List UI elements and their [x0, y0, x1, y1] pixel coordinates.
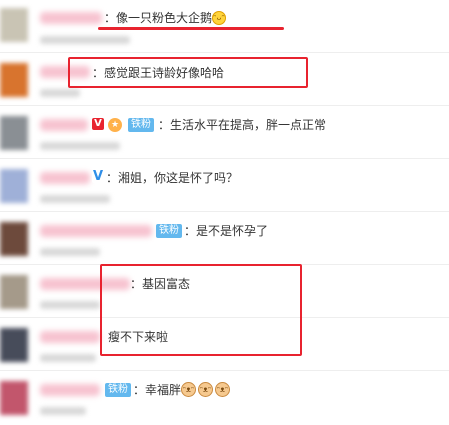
comment-row: V ★ 铁粉 ：生活水平在提高，胖一点正常 — [0, 106, 449, 158]
comment-meta — [40, 407, 86, 415]
comment-meta — [40, 89, 80, 97]
comment-row: V ：湘姐，你这是怀了吗？ — [0, 159, 449, 211]
comment-meta — [40, 142, 120, 150]
laugh-emoji-icon: ᵔᴗᵔ — [212, 11, 226, 25]
avatar[interactable] — [0, 169, 28, 203]
cat-face-emoji-icon: ᵔᴥᵔ — [215, 382, 230, 397]
username[interactable] — [40, 172, 90, 184]
verified-badge: V — [92, 118, 104, 130]
avatar[interactable] — [0, 222, 28, 256]
avatar[interactable] — [0, 381, 28, 415]
avatar[interactable] — [0, 63, 28, 97]
comment-row: 铁粉 ：幸福胖 ᵔᴥᵔ ᵔᴥᵔ ᵔᴥᵔ — [0, 371, 449, 425]
avatar[interactable] — [0, 328, 28, 362]
username[interactable] — [40, 331, 100, 343]
highlight-box — [100, 264, 302, 356]
username[interactable] — [40, 12, 102, 24]
comment-text: ：湘姐，你这是怀了吗？ — [106, 171, 239, 185]
comment-text: ：是不是怀孕了 — [184, 224, 269, 238]
cat-face-emoji-icon: ᵔᴥᵔ — [181, 382, 196, 397]
comment-text: ：生活水平在提高，胖一点正常 — [158, 118, 327, 132]
medal-icon: ★ — [108, 118, 122, 132]
comment-meta — [40, 36, 130, 44]
comment-meta — [40, 301, 100, 309]
avatar[interactable] — [0, 275, 28, 309]
comment-row: ：像一只粉色大企鹅 ᵔᴗᵔ — [0, 0, 449, 52]
highlight-underline — [98, 27, 284, 30]
username[interactable] — [40, 225, 152, 237]
fan-badge: 铁粉 — [105, 383, 131, 397]
avatar[interactable] — [0, 8, 28, 42]
username[interactable] — [40, 384, 100, 396]
fan-badge: 铁粉 — [128, 118, 154, 132]
comment-meta — [40, 195, 110, 203]
highlight-box — [68, 57, 308, 88]
comment-text: ：像一只粉色大企鹅 — [104, 11, 213, 25]
comment-meta — [40, 248, 100, 256]
avatar[interactable] — [0, 116, 28, 150]
comment-text: ：幸福胖 — [133, 383, 182, 397]
verified-badge: V — [92, 169, 104, 184]
comment-meta — [40, 354, 96, 362]
comment-row: 铁粉 ：是不是怀孕了 — [0, 212, 449, 264]
fan-badge: 铁粉 — [156, 224, 182, 238]
cat-face-emoji-icon: ᵔᴥᵔ — [198, 382, 213, 397]
username[interactable] — [40, 119, 88, 131]
